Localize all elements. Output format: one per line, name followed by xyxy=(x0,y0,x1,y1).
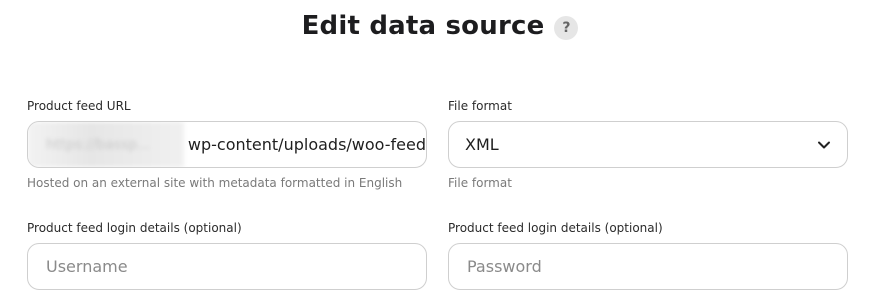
help-icon[interactable]: ? xyxy=(554,16,579,40)
feed-url-label: Product feed URL xyxy=(27,99,131,113)
feed-url-hint: Hosted on an external site with metadata… xyxy=(27,176,403,190)
password-field[interactable] xyxy=(448,243,848,290)
feed-url-blurred-part: https://bassp... xyxy=(28,122,184,167)
username-field[interactable] xyxy=(27,243,427,290)
file-format-select[interactable]: XML xyxy=(448,121,848,168)
login-password-label: Product feed login details (optional) xyxy=(448,221,663,235)
username-input[interactable] xyxy=(44,256,410,277)
feed-url-visible-part: wp-content/uploads/woo-feed xyxy=(187,135,426,154)
password-input[interactable] xyxy=(465,256,831,277)
login-username-label: Product feed login details (optional) xyxy=(27,221,242,235)
file-format-label: File format xyxy=(448,99,512,113)
chevron-down-icon xyxy=(818,141,830,148)
page-header: Edit data source ? xyxy=(0,6,880,46)
file-format-value: XML xyxy=(465,135,499,154)
feed-url-input[interactable]: https://bassp... wp-content/uploads/woo-… xyxy=(27,121,427,168)
file-format-hint: File format xyxy=(448,176,512,190)
page-title: Edit data source xyxy=(301,11,545,41)
